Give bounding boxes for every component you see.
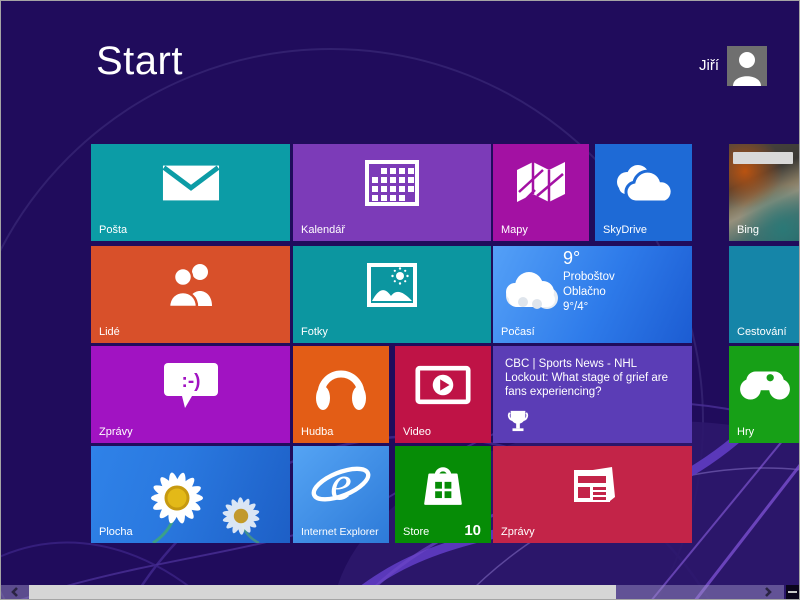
tile-label: Fotky [301, 326, 328, 338]
page-title: Start [96, 39, 183, 83]
svg-text::-): :-) [181, 371, 200, 392]
weather-temp: 9° [563, 248, 581, 268]
chevron-left-icon [10, 587, 18, 597]
tile-cestovani[interactable]: Cestování [729, 246, 799, 343]
tile-label: Zprávy [501, 526, 535, 538]
tile-store[interactable]: Store 10 [395, 446, 491, 543]
tile-label: Hry [737, 426, 755, 438]
tile-mapy[interactable]: Mapy [493, 144, 589, 241]
weather-location: Proboštov [563, 271, 615, 283]
person-icon [733, 52, 761, 86]
mail-icon [161, 165, 220, 201]
tile-label: Internet Explorer [301, 526, 379, 538]
tile-hry[interactable]: Hry [729, 346, 799, 443]
semantic-zoom-button[interactable] [786, 585, 799, 599]
tile-label: Video [403, 426, 431, 438]
ie-logo-icon: e [311, 457, 371, 510]
photo-icon [367, 262, 417, 307]
tile-label: Pošta [99, 224, 128, 236]
scroll-left-button[interactable] [1, 585, 28, 599]
sport-headline: CBC | Sports News - NHL Lockout: What st… [505, 358, 669, 398]
tile-plocha[interactable]: Plocha [91, 446, 290, 543]
tile-label: Lidé [99, 326, 120, 338]
tile-posta[interactable]: Pošta [91, 144, 290, 241]
trophy-icon [507, 410, 529, 432]
play-screen-icon [415, 365, 471, 404]
start-screen: Start Jiří Pošta Kalendář Mapy SkyDrive … [0, 0, 800, 600]
tile-label: SkyDrive [603, 224, 648, 236]
cloud-icon [616, 164, 674, 204]
user-tile[interactable]: Jiří [699, 46, 767, 86]
tile-internet-explorer[interactable]: e Internet Explorer [293, 446, 389, 543]
people-icon [167, 263, 212, 308]
tile-label: Počasí [501, 326, 535, 338]
chat-smiley-icon: :-) [163, 362, 218, 408]
calendar-icon [365, 159, 419, 206]
tile-label: Mapy [501, 224, 528, 236]
chevron-right-icon [765, 587, 772, 597]
weather-condition: Oblačno [563, 286, 606, 298]
tile-label: Plocha [99, 526, 133, 538]
newspaper-icon [573, 466, 615, 502]
tile-sport-news[interactable]: CBC | Sports News - NHL Lockout: What st… [493, 346, 692, 443]
scroll-right-button[interactable] [753, 585, 783, 599]
tile-label: Bing [737, 224, 760, 236]
tile-fotky[interactable]: Fotky [293, 246, 491, 343]
tile-kalendar[interactable]: Kalendář [293, 144, 491, 241]
tile-lide[interactable]: Lidé [91, 246, 290, 343]
user-name: Jiří [699, 57, 719, 74]
weather-high-low: 9°/4° [563, 301, 589, 313]
avatar[interactable] [727, 46, 767, 86]
tile-label: Hudba [301, 426, 334, 438]
shopping-bag-icon [424, 467, 462, 505]
tile-skydrive[interactable]: SkyDrive [595, 144, 692, 241]
weather-cloud-icon [506, 272, 558, 309]
tile-bing[interactable]: Bing [729, 144, 799, 241]
horizontal-scrollbar [1, 585, 799, 599]
store-badge: 10 [464, 522, 481, 539]
svg-text:e: e [330, 457, 351, 510]
tile-label: Kalendář [301, 224, 346, 236]
tile-video[interactable]: Video [395, 346, 491, 443]
map-icon [517, 161, 565, 202]
tile-zpravy-news[interactable]: Zprávy [493, 446, 692, 543]
headphones-icon [316, 370, 366, 410]
tile-label: Zprávy [99, 426, 133, 438]
scrollbar-thumb[interactable] [29, 585, 616, 599]
gamepad-icon [740, 371, 790, 400]
tile-hudba[interactable]: Hudba [293, 346, 389, 443]
tile-pocasi[interactable]: 9° Proboštov Oblačno 9°/4° Počasí [493, 246, 692, 343]
search-bar-icon [733, 152, 793, 164]
tile-label: Cestování [737, 326, 787, 338]
tile-label: Store [403, 526, 430, 538]
tile-zpravy-messaging[interactable]: :-) Zprávy [91, 346, 290, 443]
minus-icon [788, 591, 797, 593]
